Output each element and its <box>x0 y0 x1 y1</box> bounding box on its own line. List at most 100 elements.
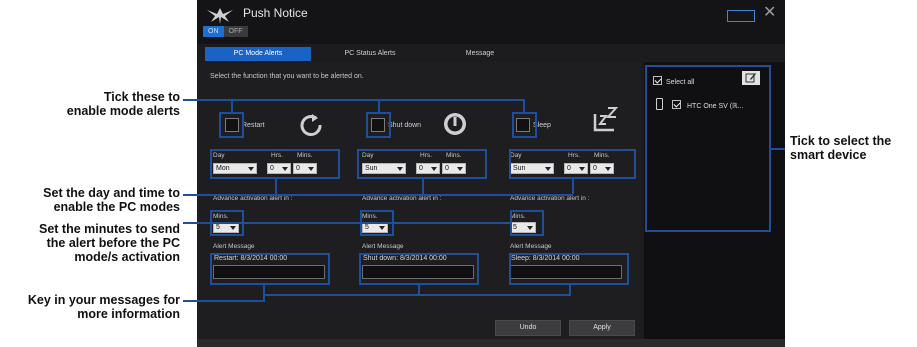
chevron-down-icon <box>527 226 533 230</box>
device-icon[interactable] <box>727 10 755 22</box>
advance-unit-label: Mins. <box>510 213 526 220</box>
chevron-down-icon <box>397 167 403 171</box>
restart-label: Restart <box>242 122 265 129</box>
on-off-toggle[interactable]: ON OFF <box>203 26 248 37</box>
select-value: 0 <box>296 165 300 172</box>
chevron-down-icon <box>379 226 385 230</box>
select-value: 0 <box>419 165 423 172</box>
connector-line <box>378 99 380 112</box>
bottom-strip <box>197 339 785 347</box>
sleep-day-select[interactable]: Sun <box>510 163 554 174</box>
restart-hrs-select[interactable]: 0 <box>267 163 291 174</box>
device-name: HTC One SV (ℝ... <box>687 103 744 110</box>
select-value: Sun <box>365 165 378 172</box>
toggle-on[interactable]: ON <box>203 26 224 37</box>
restart-checkbox[interactable] <box>225 118 239 132</box>
edit-icon <box>745 73 756 83</box>
select-value: Sun <box>513 165 526 172</box>
sleep-hrs-select[interactable]: 0 <box>564 163 588 174</box>
shutdown-message-text: Shut down: 8/3/2014 00:00 <box>363 255 447 262</box>
tuf-logo <box>207 8 233 24</box>
annotation-text: Set the minutes to send the alert before … <box>39 222 180 264</box>
chevron-down-icon <box>248 167 254 171</box>
day-label: Day <box>213 152 225 159</box>
select-value: 0 <box>445 165 449 172</box>
title-bar: Push Notice ✕ ON OFF <box>197 0 785 44</box>
select-value: 5 <box>216 224 220 231</box>
advance-label: Advance activation alert in : <box>510 195 590 202</box>
alert-message-label: Alert Message <box>510 243 552 250</box>
connector-line <box>183 300 263 302</box>
select-all-checkbox[interactable] <box>653 76 662 85</box>
hrs-label: Hrs. <box>271 152 283 159</box>
connector-line <box>523 99 525 112</box>
sleep-icon <box>593 107 619 132</box>
annotation-smart-device: Tick to select the smart device <box>790 134 917 162</box>
sleep-message-input[interactable] <box>510 265 622 279</box>
connector-line <box>422 179 424 194</box>
advance-unit-label: Mins. <box>213 213 229 220</box>
hrs-label: Hrs. <box>568 152 580 159</box>
connector-line <box>231 99 233 112</box>
shutdown-hrs-select[interactable]: 0 <box>416 163 440 174</box>
mins-label: Mins. <box>297 152 313 159</box>
select-value: 0 <box>567 165 571 172</box>
device-panel: Select all HTC One SV (ℝ... <box>644 62 785 347</box>
restart-message-input[interactable] <box>213 265 325 279</box>
annotation-text: Tick these to enable mode alerts <box>66 90 180 118</box>
annotation-advance: Set the minutes to send the alert before … <box>2 222 180 264</box>
connector-line <box>183 222 511 224</box>
restart-mins-select[interactable]: 0 <box>293 163 317 174</box>
connector-line <box>275 179 277 194</box>
close-icon[interactable]: ✕ <box>763 5 776 21</box>
restart-message-text: Restart: 8/3/2014 00:00 <box>214 255 288 262</box>
chevron-down-icon <box>431 167 437 171</box>
annotation-text: Set the day and time to enable the PC mod… <box>43 186 180 214</box>
mins-label: Mins. <box>446 152 462 159</box>
tab-pc-mode-alerts[interactable]: PC Mode Alerts <box>205 47 311 61</box>
select-value: 0 <box>593 165 597 172</box>
annotation-mode-alerts: Tick these to enable mode alerts <box>20 90 180 118</box>
chevron-down-icon <box>457 167 463 171</box>
tab-bar: PC Mode Alerts PC Status Alerts Message <box>197 47 641 61</box>
power-icon <box>444 113 466 135</box>
shutdown-label: Shut down <box>388 122 422 129</box>
restart-day-select[interactable]: Mon <box>213 163 257 174</box>
connector-line <box>263 285 265 302</box>
sleep-checkbox[interactable] <box>516 118 530 132</box>
annotation-day-time: Set the day and time to enable the PC mod… <box>2 186 180 214</box>
day-label: Day <box>510 152 522 159</box>
sleep-advance-select[interactable]: 5 <box>510 222 536 233</box>
connector-line <box>263 294 571 296</box>
toggle-off[interactable]: OFF <box>223 26 248 37</box>
edit-button[interactable] <box>742 71 760 85</box>
restart-icon <box>300 114 322 136</box>
device-checkbox[interactable] <box>672 100 681 109</box>
annotation-text: Key in your messages for more information <box>27 293 180 321</box>
connector-line <box>569 285 571 296</box>
tab-message[interactable]: Message <box>450 47 510 61</box>
sleep-mins-select[interactable]: 0 <box>590 163 614 174</box>
sleep-message-text: Sleep: 8/3/2014 00:00 <box>511 255 580 262</box>
tab-pc-status-alerts[interactable]: PC Status Alerts <box>330 47 410 61</box>
select-value: 5 <box>365 224 369 231</box>
apply-button[interactable]: Apply <box>569 320 635 336</box>
app-title: Push Notice <box>243 6 308 20</box>
chevron-down-icon <box>308 167 314 171</box>
shutdown-message-input[interactable] <box>362 265 474 279</box>
connector-line <box>418 285 420 296</box>
chevron-down-icon <box>282 167 288 171</box>
day-label: Day <box>362 152 374 159</box>
shutdown-day-select[interactable]: Sun <box>362 163 406 174</box>
undo-button[interactable]: Undo <box>495 320 561 336</box>
alert-message-label: Alert Message <box>213 243 255 250</box>
chevron-down-icon <box>545 167 551 171</box>
mode-column-sleep: Sleep Day Hrs. Mins. Sun 0 0 Advance act… <box>494 62 634 347</box>
chevron-down-icon <box>579 167 585 171</box>
connector-line <box>771 148 785 150</box>
mode-column-shutdown: Shut down Day Hrs. Mins. Sun 0 0 Advance… <box>346 62 486 347</box>
main-panel: Select the function that you want to be … <box>197 62 641 347</box>
shutdown-mins-select[interactable]: 0 <box>442 163 466 174</box>
shutdown-checkbox[interactable] <box>371 118 385 132</box>
connector-line <box>183 99 523 101</box>
